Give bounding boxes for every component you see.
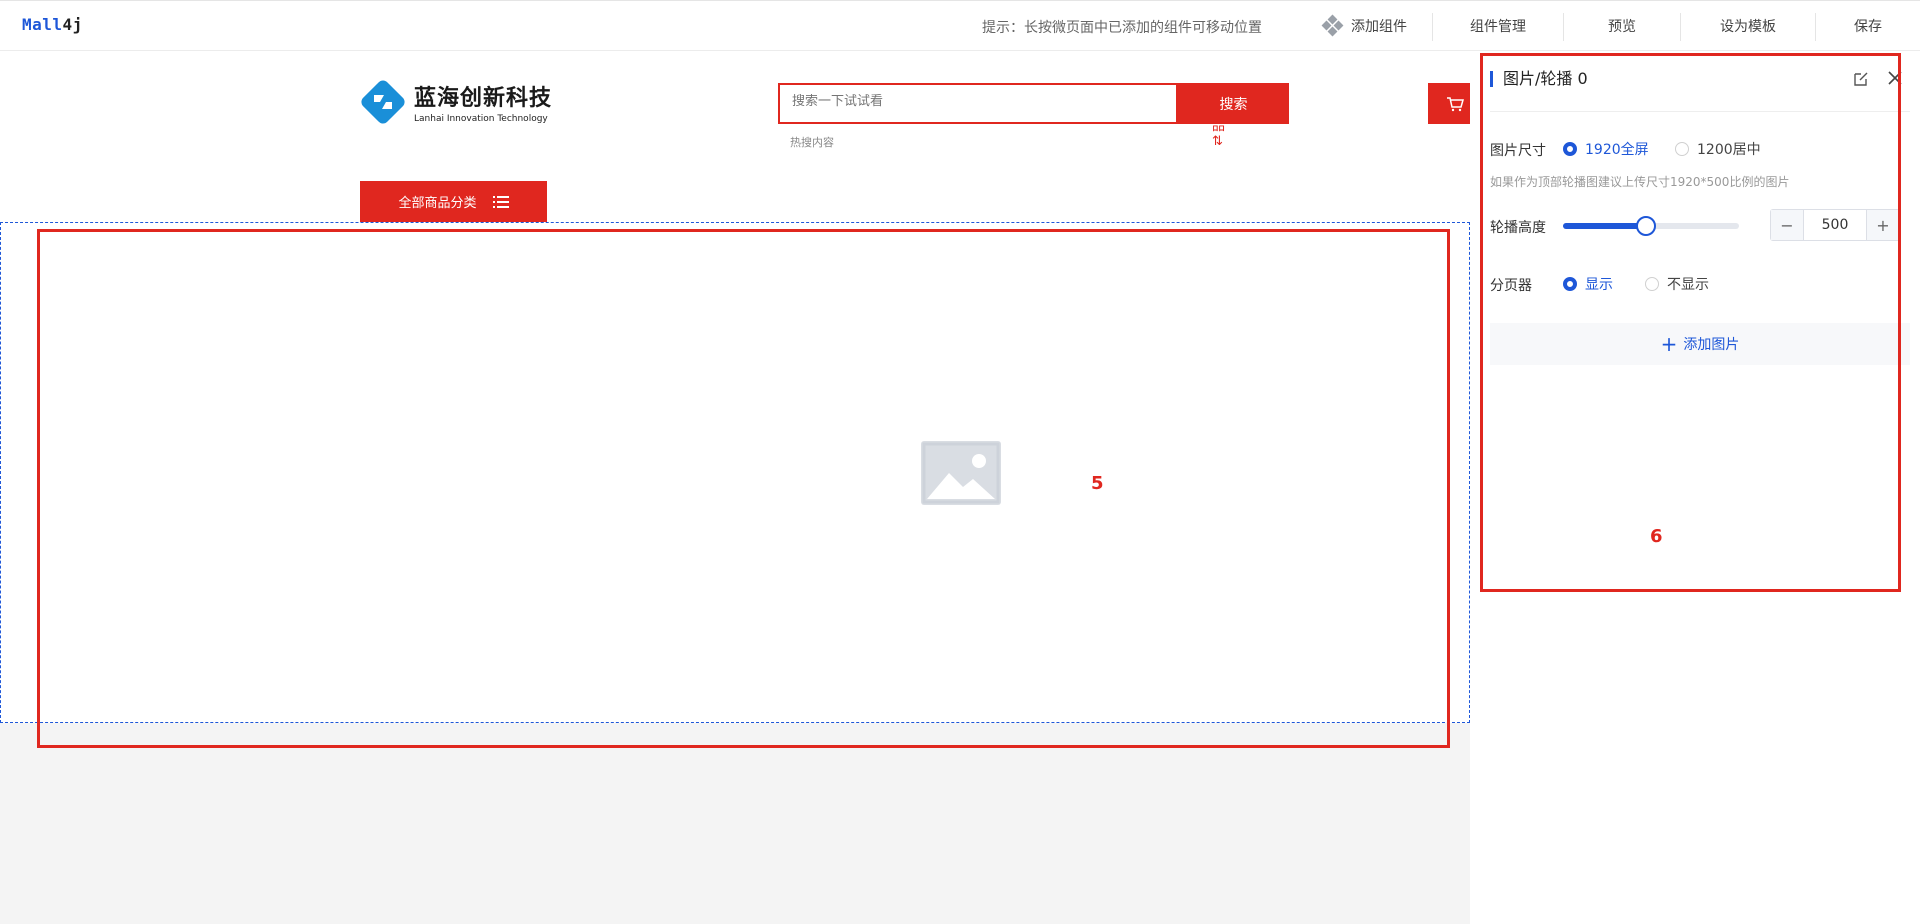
mall4j-logo: Mall4j bbox=[22, 15, 83, 34]
all-categories-label: 全部商品分类 bbox=[398, 196, 477, 211]
hot-search-text[interactable]: 热搜内容 bbox=[790, 134, 834, 150]
lanhai-logo-icon bbox=[358, 77, 408, 127]
store-header[interactable]: 蓝海创新科技 Lanhai Innovation Technology 商品 ⇅… bbox=[0, 51, 1470, 222]
store-logo: 蓝海创新科技 Lanhai Innovation Technology bbox=[358, 77, 552, 127]
components-icon bbox=[1321, 14, 1344, 36]
preview-button[interactable]: 预览 bbox=[1564, 1, 1680, 50]
search-button[interactable]: 搜索 bbox=[1178, 83, 1289, 124]
all-categories-button[interactable]: 全部商品分类 bbox=[360, 181, 547, 222]
annotation-box-panel bbox=[1480, 53, 1901, 592]
logo-english: Lanhai Innovation Technology bbox=[414, 114, 548, 124]
add-component-button[interactable]: 添加组件 bbox=[1300, 1, 1430, 50]
search-input[interactable] bbox=[792, 94, 1092, 109]
search-box[interactable]: 商品 ⇅ bbox=[778, 83, 1225, 149]
logo-text-dark: 4j bbox=[62, 15, 83, 34]
list-icon bbox=[492, 195, 509, 208]
logo-chinese: 蓝海创新科技 bbox=[414, 86, 553, 111]
cart-icon bbox=[1447, 96, 1464, 111]
top-toolbar: Mall4j 提示：长按微页面中已添加的组件可移动位置 添加组件 组件管理 预览… bbox=[0, 0, 1920, 51]
save-button[interactable]: 保存 bbox=[1816, 1, 1920, 50]
sort-icon: ⇅ bbox=[1212, 134, 1223, 149]
annotation-box-banner bbox=[37, 229, 1450, 748]
cart-button[interactable] bbox=[1428, 83, 1470, 124]
logo-text-blue: Mall bbox=[22, 15, 63, 34]
hint-text: 提示：长按微页面中已添加的组件可移动位置 bbox=[982, 20, 1262, 36]
add-component-label: 添加组件 bbox=[1351, 18, 1407, 35]
component-manage-button[interactable]: 组件管理 bbox=[1433, 1, 1563, 50]
set-template-button[interactable]: 设为模板 bbox=[1681, 1, 1815, 50]
